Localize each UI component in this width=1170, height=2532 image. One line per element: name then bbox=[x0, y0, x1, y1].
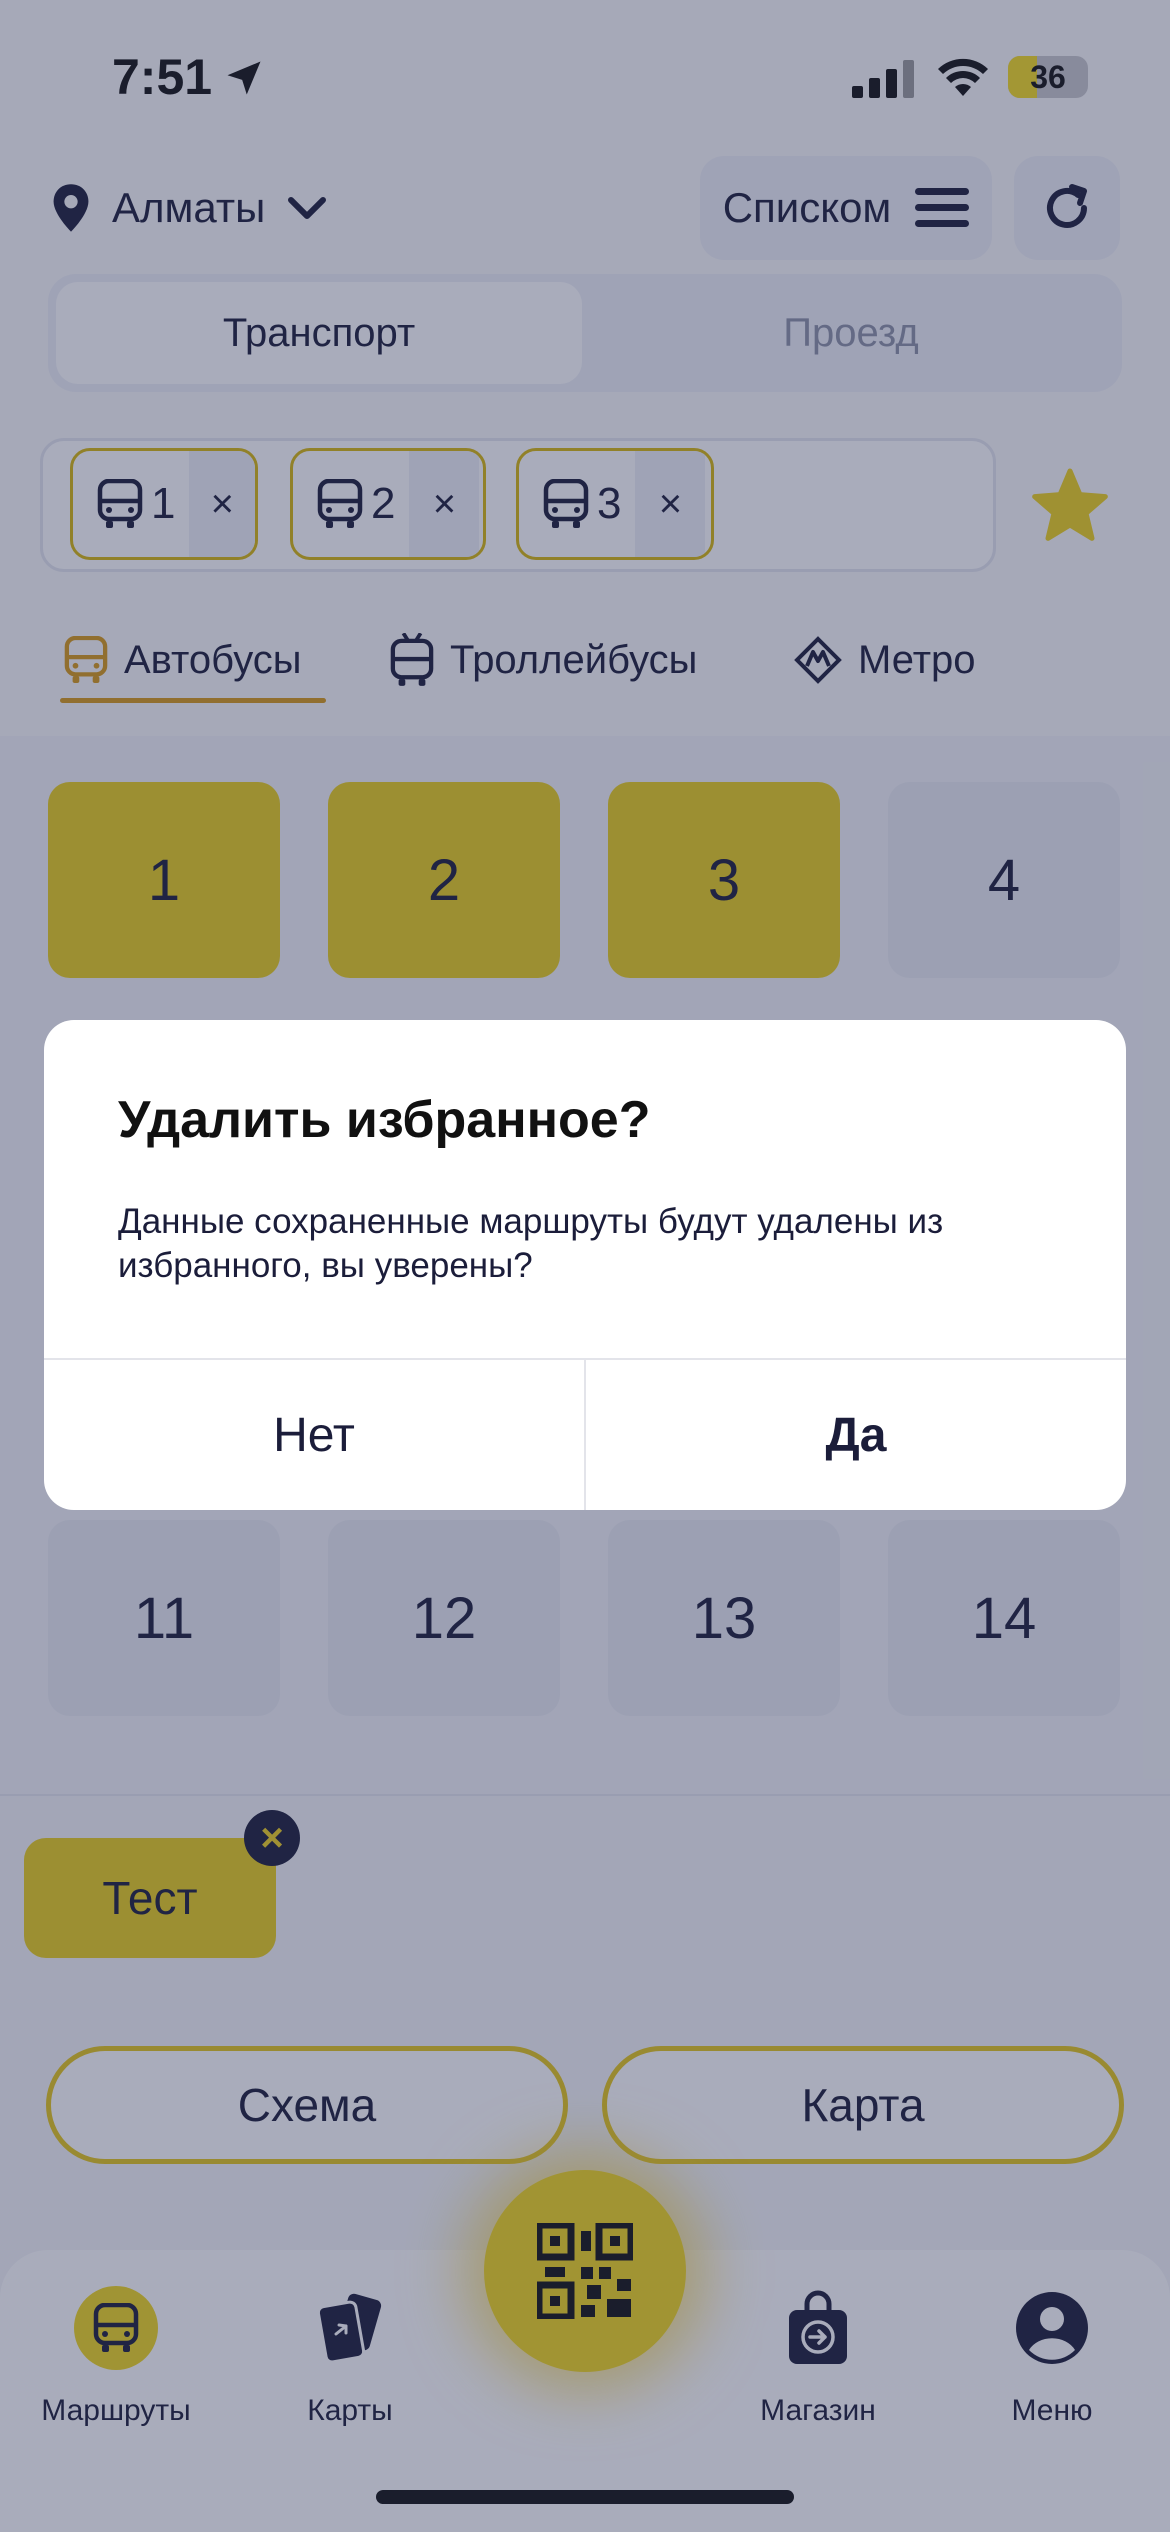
app-screen: 7:51 36 Алматы Списком Транспорт Проезд … bbox=[0, 0, 1170, 2532]
dialog-yes-button[interactable]: Да bbox=[586, 1360, 1126, 1510]
delete-favorites-dialog: Удалить избранное? Данные сохраненные ма… bbox=[44, 1020, 1126, 1510]
dialog-message: Данные сохраненные маршруты будут удален… bbox=[118, 1202, 944, 1285]
dialog-title: Удалить избранное? bbox=[118, 1091, 651, 1149]
dialog-no-button[interactable]: Нет bbox=[44, 1360, 584, 1510]
